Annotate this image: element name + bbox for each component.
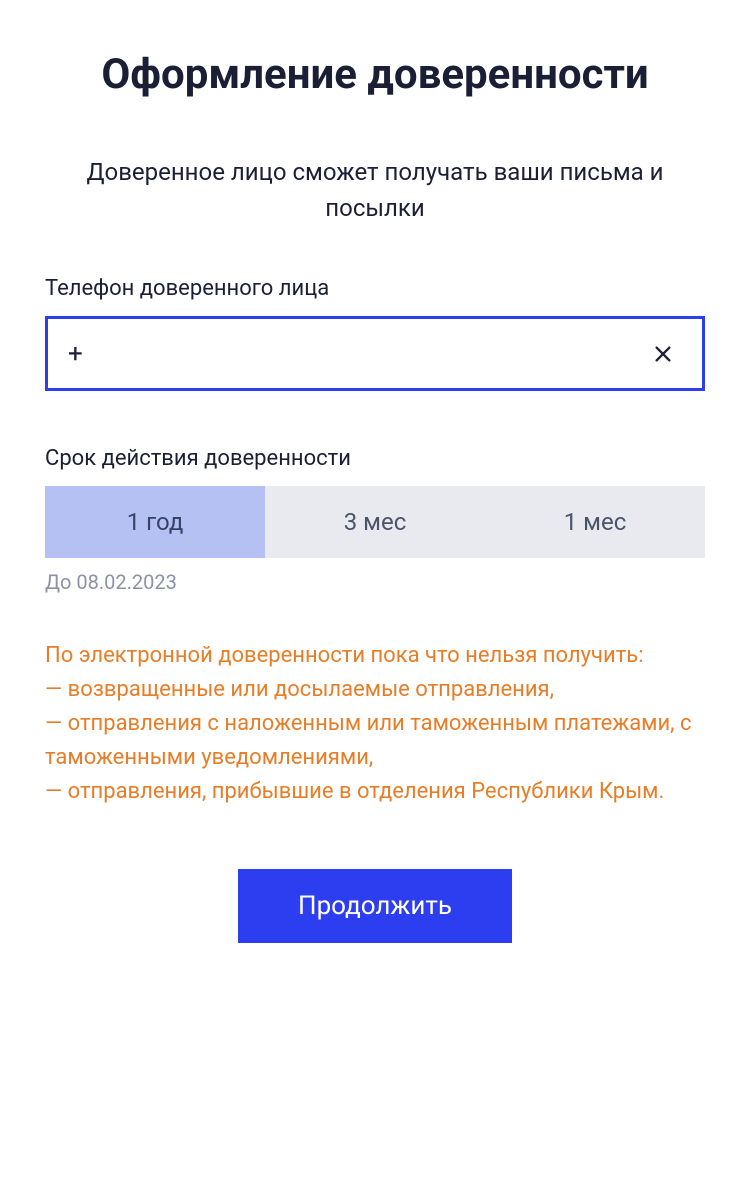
warning-text: По электронной доверенности пока что нел…: [45, 639, 705, 809]
warning-intro: По электронной доверенности пока что нел…: [45, 639, 705, 673]
clear-button[interactable]: [644, 335, 682, 373]
phone-input[interactable]: [68, 339, 644, 369]
warning-item-3: — отправления, прибывшие в отделения Рес…: [45, 775, 705, 809]
segment-3-months[interactable]: 3 мес: [265, 486, 485, 558]
warning-item-1: — возвращенные или досылаемые отправлени…: [45, 673, 705, 707]
description-text: Доверенное лицо сможет получать ваши пис…: [45, 154, 705, 226]
phone-label: Телефон доверенного лица: [45, 276, 705, 301]
page-title: Оформление доверенности: [45, 50, 705, 99]
validity-segments: 1 год 3 мес 1 мес: [45, 486, 705, 558]
segment-1-month[interactable]: 1 мес: [485, 486, 705, 558]
segment-1-year[interactable]: 1 год: [45, 486, 265, 558]
warning-item-2: — отправления с наложенным или таможенны…: [45, 707, 705, 775]
continue-button[interactable]: Продолжить: [238, 869, 512, 943]
phone-input-wrapper: [45, 316, 705, 391]
close-icon: [652, 343, 674, 365]
valid-until-text: До 08.02.2023: [45, 570, 705, 594]
validity-label: Срок действия доверенности: [45, 446, 705, 471]
